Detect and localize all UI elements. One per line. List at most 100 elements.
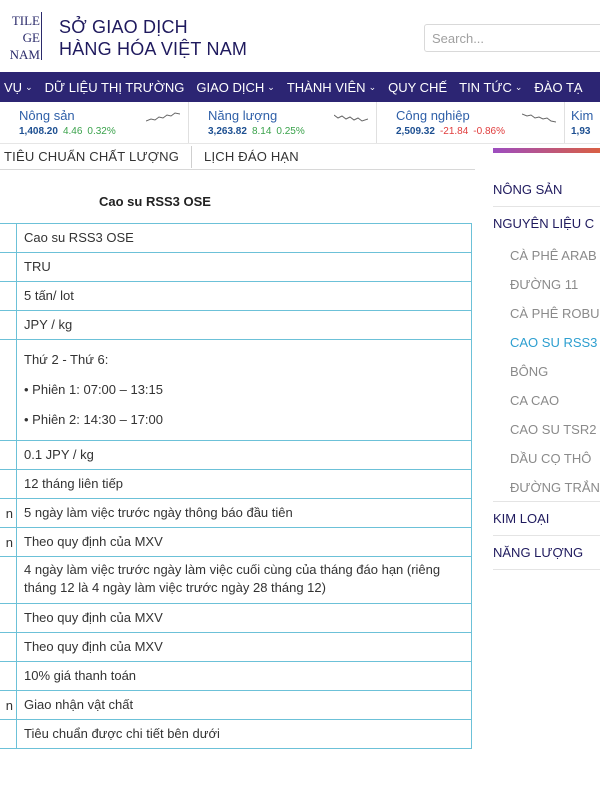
ticker-change: 4.46: [62, 126, 83, 137]
row-label: [0, 440, 17, 470]
nav-item-trading[interactable]: GIAO DỊCH ⌄: [196, 80, 274, 95]
logo-line: TILE: [11, 13, 40, 28]
site-header: TILE GE NAM SỞ GIAO DỊCH HÀNG HÓA VIỆT N…: [0, 0, 600, 72]
sparkline-icon: [146, 112, 180, 122]
row-value: 0.1 JPY / kg: [16, 440, 472, 470]
table-row: JPY / kg: [0, 310, 472, 340]
table-row: Thứ 2 - Thứ 6: • Phiên 1: 07:00 – 13:15 …: [0, 339, 472, 441]
ticker-item-industrial[interactable]: Công nghiệp 2,509.32 -21.84 -0.86%: [376, 102, 564, 143]
row-label: [0, 223, 17, 253]
row-value: 5 tấn/ lot: [16, 281, 472, 311]
row-value: JPY / kg: [16, 310, 472, 340]
row-value: 4 ngày làm việc trước ngày làm việc cuối…: [16, 556, 472, 604]
nav-label: GIAO DỊCH: [196, 79, 265, 95]
nav-item-members[interactable]: THÀNH VIÊN ⌄: [287, 80, 376, 95]
chevron-down-icon: ⌄: [514, 81, 523, 92]
nav-item-training[interactable]: ĐÀO TẠ: [534, 80, 582, 95]
logo-line: NAM: [9, 47, 40, 62]
row-label: [0, 469, 17, 499]
product-sidebar: NÔNG SẢN NGUYÊN LIỆU C CÀ PHÊ ARAB ĐƯỜNG…: [493, 148, 600, 570]
sidebar-sub-white-sugar[interactable]: ĐƯỜNG TRẮN: [493, 473, 600, 502]
ticker-pct: -0.86%: [473, 126, 505, 137]
sidebar-item-agriculture[interactable]: NÔNG SẢN: [493, 173, 600, 207]
content-tabs: TIÊU CHUẨN CHẤT LƯỢNG LỊCH ĐÁO HẠN: [0, 144, 475, 170]
table-row: 10% giá thanh toán: [0, 661, 472, 691]
sidebar-item-raw-materials[interactable]: NGUYÊN LIỆU C: [493, 207, 600, 241]
table-row: Cao su RSS3 OSE: [0, 223, 472, 253]
ticker-item-energy[interactable]: Năng lượng 3,263.82 8.14 0.25%: [188, 102, 376, 143]
org-name-line2: HÀNG HÓA VIỆT NAM: [59, 39, 248, 59]
index-ticker: Nông sản 1,408.20 4.46 0.32% Năng lượng 3,…: [0, 102, 600, 144]
row-value: 12 tháng liên tiếp: [16, 469, 472, 499]
sidebar-item-energy[interactable]: NĂNG LƯỢNG: [493, 536, 600, 570]
chevron-down-icon: ⌄: [25, 81, 33, 92]
sidebar-item-metals[interactable]: KIM LOẠI: [493, 502, 600, 536]
sidebar-sub-tsr20[interactable]: CAO SU TSR2: [493, 415, 600, 444]
table-row: 12 tháng liên tiếp: [0, 469, 472, 499]
sidebar-sub-robusta[interactable]: CÀ PHÊ ROBU: [493, 299, 600, 328]
logo-text[interactable]: TILE GE NAM: [0, 12, 40, 63]
sidebar-sub-cotton[interactable]: BÔNG: [493, 357, 600, 386]
org-name-line1: SỞ GIAO DỊCH: [59, 17, 188, 37]
row-value: 10% giá thanh toán: [16, 661, 472, 691]
ticker-change: -21.84: [439, 126, 469, 137]
sidebar-sub-arabica[interactable]: CÀ PHÊ ARAB: [493, 241, 600, 270]
sidebar-sub-rss3[interactable]: CAO SU RSS3: [493, 328, 600, 357]
ticker-item-agriculture[interactable]: Nông sản 1,408.20 4.46 0.32%: [0, 102, 188, 143]
tab-quality-standards[interactable]: TIÊU CHUẨN CHẤT LƯỢNG: [4, 149, 179, 164]
row-label: n: [0, 690, 17, 720]
sidebar-sub-sugar-11[interactable]: ĐƯỜNG 11: [493, 270, 600, 299]
row-label: [0, 339, 17, 441]
table-row: 5 tấn/ lot: [0, 281, 472, 311]
nav-item-news[interactable]: TIN TỨC ⌄: [459, 80, 522, 95]
table-row: 0.1 JPY / kg: [0, 440, 472, 470]
row-label: [0, 632, 17, 662]
table-row: Theo quy định của MXV: [0, 632, 472, 662]
chevron-down-icon: ⌄: [368, 81, 377, 92]
row-value: Cao su RSS3 OSE: [16, 223, 472, 253]
tab-expiry-calendar[interactable]: LỊCH ĐÁO HẠN: [204, 149, 299, 164]
row-value: Thứ 2 - Thứ 6: • Phiên 1: 07:00 – 13:15 …: [16, 339, 472, 441]
nav-label: QUY CHẾ: [388, 79, 448, 95]
ticker-price: 3,263.82: [208, 126, 247, 137]
table-row: n Giao nhận vật chất: [0, 690, 472, 720]
row-value: Theo quy định của MXV: [16, 603, 472, 633]
chevron-down-icon: ⌄: [267, 81, 275, 92]
tab-divider: [191, 145, 193, 168]
nav-item-regulations[interactable]: QUY CHẾ: [388, 80, 447, 95]
row-label: [0, 719, 17, 749]
nav-label: VỤ: [4, 79, 23, 95]
table-row: 4 ngày làm việc trước ngày làm việc cuối…: [0, 556, 472, 604]
nav-label: THÀNH VIÊN: [286, 79, 366, 95]
main-nav: VỤ ⌄ DỮ LIỆU THỊ TRƯỜNG GIAO DỊCH ⌄ THÀNH …: [0, 72, 600, 102]
spec-table: Cao su RSS3 OSE TRU 5 tấn/ lot JPY / kg …: [0, 223, 472, 749]
sidebar-sub-crude-palm-oil[interactable]: DẦU CỌ THÔ: [493, 444, 600, 473]
search-input[interactable]: [424, 24, 600, 52]
nav-item-market-data[interactable]: DỮ LIỆU THỊ TRƯỜNG: [45, 80, 185, 95]
row-value: Theo quy định của MXV: [16, 632, 472, 662]
ticker-price: 2,509.32: [396, 126, 435, 137]
row-value: Giao nhận vật chất: [16, 690, 472, 720]
row-label: [0, 603, 17, 633]
table-row: n Theo quy định của MXV: [0, 527, 472, 557]
nav-label: DỮ LIỆU THỊ TRƯỜNG: [44, 79, 185, 95]
nav-item-services[interactable]: VỤ ⌄: [4, 80, 33, 95]
session-2: • Phiên 2: 14:30 – 17:00: [24, 412, 163, 427]
ticker-item-metals[interactable]: Kim 1,93: [564, 102, 594, 143]
session-1: • Phiên 1: 07:00 – 13:15: [24, 382, 163, 397]
table-row: n5 ngày làm việc trước ngày thông báo đầ…: [0, 498, 472, 528]
nav-label: TIN TỨC: [459, 79, 512, 95]
ticker-pct: 0.32%: [87, 126, 116, 137]
logo-divider: [41, 12, 42, 60]
ticker-name: Kim: [571, 108, 594, 123]
org-name[interactable]: SỞ GIAO DỊCH HÀNG HÓA VIỆT NAM: [59, 16, 247, 60]
ticker-price: 1,93: [571, 126, 591, 137]
row-value: 5 ngày làm việc trước ngày thông báo đầu…: [16, 498, 472, 528]
ticker-change: 8.14: [251, 126, 272, 137]
sidebar-sub-cocoa[interactable]: CA CAO: [493, 386, 600, 415]
row-value: Theo quy định của MXV: [16, 527, 472, 557]
session-days: Thứ 2 - Thứ 6:: [24, 352, 109, 367]
table-row: Theo quy định của MXV: [0, 603, 472, 633]
nav-label: ĐÀO TẠ: [534, 79, 583, 95]
row-label: n: [0, 498, 17, 528]
